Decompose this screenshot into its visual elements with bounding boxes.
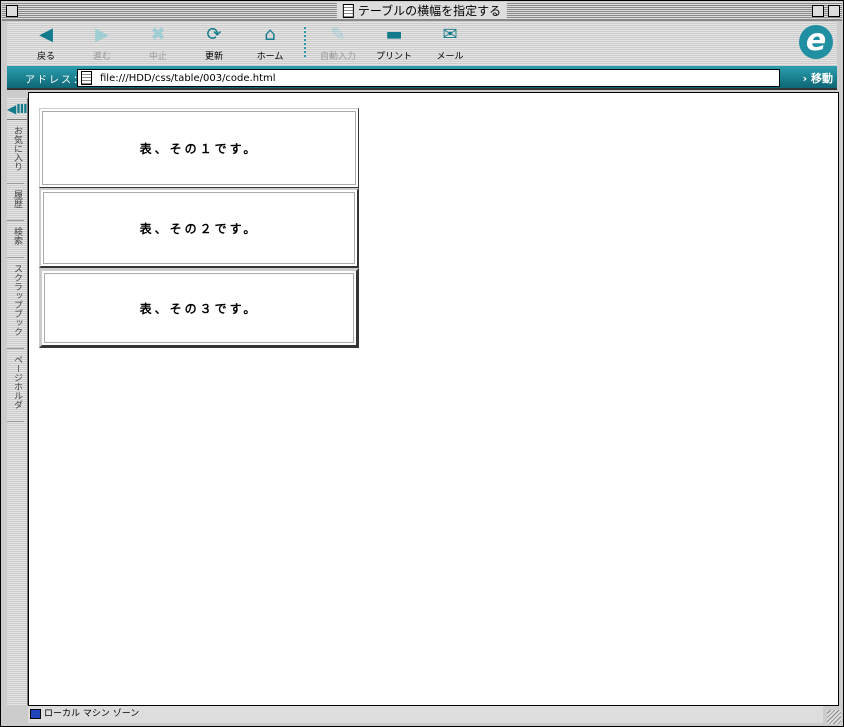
ie-logo-icon: e [799, 25, 833, 59]
stop-label: 中止 [148, 52, 167, 62]
forward-button[interactable]: ▶ 進む [77, 24, 127, 63]
title-bar[interactable]: テーブルの横幅を指定する [2, 2, 842, 21]
autofill-icon: ✎ [330, 24, 346, 45]
print-button[interactable]: ▬ プリント [369, 24, 419, 63]
go-label: 移動 [811, 72, 833, 85]
address-bar: アドレス： › 移動 [7, 66, 837, 90]
window-title-wrap: テーブルの横幅を指定する [336, 3, 508, 19]
table-2: 表、その２です。 [39, 188, 359, 268]
page-content: 表、その１です。 表、その２です。 表、その３です。 [28, 92, 839, 706]
window-title: テーブルの横幅を指定する [357, 4, 502, 18]
table-cell: 表、その１です。 [42, 111, 356, 185]
table-cell: 表、その３です。 [44, 273, 354, 343]
home-icon: ⌂ [264, 24, 276, 45]
zone-icon [30, 709, 41, 719]
tab-scrapbook[interactable]: スクラップブック [7, 258, 24, 349]
table-cell: 表、その２です。 [43, 192, 355, 264]
zoom-box[interactable] [812, 5, 824, 17]
autofill-label: 自動入力 [319, 52, 356, 62]
mail-label: メール [436, 52, 464, 62]
mail-icon: ✉ [442, 24, 458, 45]
home-button[interactable]: ⌂ ホーム [245, 24, 295, 63]
mail-button[interactable]: ✉ メール [425, 24, 475, 63]
address-label: アドレス： [25, 75, 85, 86]
go-button[interactable]: › 移動 [803, 70, 833, 86]
status-bar: ローカル マシン ゾーン [28, 706, 823, 723]
browser-window: テーブルの横幅を指定する ◀ 戻る ▶ 進む ✖ 中止 ⟳ 更新 ⌂ ホーム ✎ 自動入力 … [0, 0, 844, 727]
tab-favorites[interactable]: お気に入り [7, 120, 24, 184]
forward-icon: ▶ [95, 24, 109, 45]
explorer-bar: ◀Ⅲ お気に入り 履歴 検索 スクラップブック ページホルダ [7, 98, 28, 705]
home-label: ホーム [256, 52, 284, 62]
back-icon: ◀ [39, 24, 53, 45]
collapse-box[interactable] [828, 5, 840, 17]
document-icon [342, 4, 354, 18]
refresh-label: 更新 [204, 52, 223, 62]
refresh-button[interactable]: ⟳ 更新 [189, 24, 239, 63]
toolbar: ◀ 戻る ▶ 進む ✖ 中止 ⟳ 更新 ⌂ ホーム ✎ 自動入力 ▬ プリント ✉ メール e [7, 22, 837, 66]
close-box[interactable] [6, 5, 18, 17]
tab-search[interactable]: 検索 [7, 221, 24, 258]
print-icon: ▬ [385, 24, 403, 45]
stop-button[interactable]: ✖ 中止 [133, 24, 183, 63]
tab-page-holder[interactable]: ページホルダ [7, 349, 24, 422]
zone-text: ローカル マシン ゾーン [44, 709, 140, 719]
resize-handle[interactable] [827, 710, 841, 724]
forward-label: 進む [92, 52, 111, 62]
address-input[interactable] [77, 69, 780, 87]
autofill-button[interactable]: ✎ 自動入力 [313, 24, 363, 63]
stop-icon: ✖ [150, 24, 166, 45]
file-icon [81, 71, 92, 85]
explorer-toggle-icon[interactable]: ◀Ⅲ [7, 98, 28, 120]
tab-history[interactable]: 履歴 [7, 184, 24, 221]
back-button[interactable]: ◀ 戻る [21, 24, 71, 63]
print-label: プリント [375, 52, 412, 62]
refresh-icon: ⟳ [206, 24, 222, 45]
table-3: 表、その３です。 [39, 268, 359, 348]
back-label: 戻る [36, 52, 55, 62]
toolbar-separator [304, 27, 306, 57]
table-1: 表、その１です。 [39, 108, 359, 188]
